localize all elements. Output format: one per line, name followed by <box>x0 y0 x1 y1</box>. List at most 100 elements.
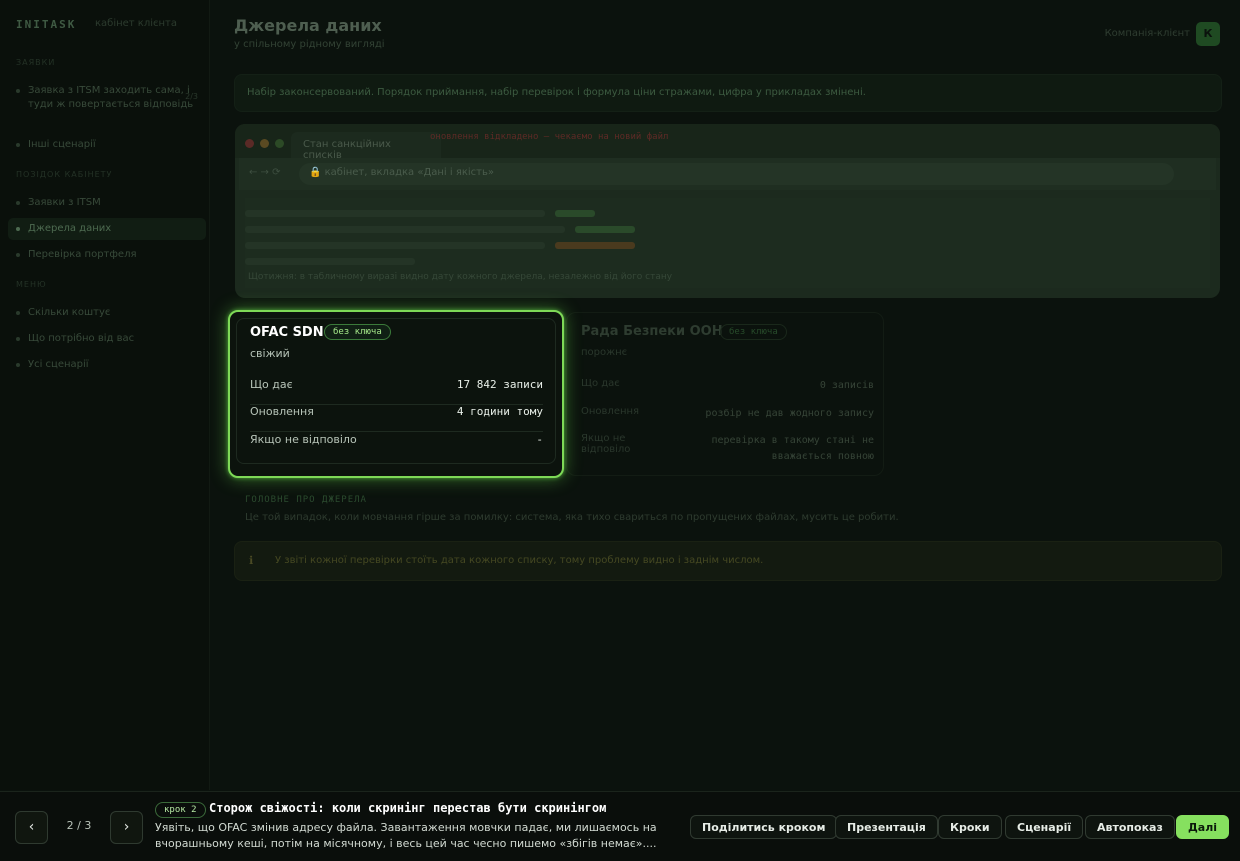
bullet-icon <box>16 227 20 231</box>
blurred-text-line <box>245 242 545 249</box>
sidebar-section-title: ПОЗІДОК КАБІНЕТУ <box>16 170 113 179</box>
bullet-icon <box>16 337 20 341</box>
dimmed-background: INITASK кабінет клієнта ЗАЯВКИ Заявка з … <box>0 0 1240 790</box>
row-value: перевірка в такому стані не вважається п… <box>711 435 874 462</box>
close-dot-icon <box>245 139 254 148</box>
maximize-dot-icon <box>275 139 284 148</box>
sidebar-item-label: Заявка з ITSM заходить сама, і туди ж по… <box>28 85 194 110</box>
sidebar: INITASK кабінет клієнта ЗАЯВКИ Заявка з … <box>0 0 210 790</box>
bullet-icon <box>16 201 20 205</box>
bullet-icon <box>16 363 20 367</box>
chevron-right-icon: › <box>123 819 130 835</box>
sidebar-item-label: Що потрібно від вас <box>28 333 135 344</box>
source-status: свіжий <box>250 347 290 360</box>
step-badge: крок 2 <box>155 802 206 818</box>
row-label: Оновлення <box>581 406 640 417</box>
browser-tab: Стан санкційних списків <box>291 132 441 161</box>
steps-button[interactable]: Кроки <box>938 815 1002 839</box>
sources-footer-heading: ГОЛОВНЕ ПРО ДЖЕРЕЛА <box>245 495 367 505</box>
blurred-text-line <box>245 226 565 233</box>
sidebar-item-label: Перевірка портфеля <box>28 249 137 260</box>
info-icon: ℹ <box>249 554 254 567</box>
sidebar-item-data-sources[interactable]: Джерела даних <box>8 218 206 240</box>
brand-subtitle: кабінет клієнта <box>95 18 177 29</box>
sidebar-item-itsm-scenario[interactable]: Заявка з ITSM заходить сама, і туди ж по… <box>8 80 206 116</box>
bullet-icon <box>16 143 20 147</box>
blurred-text-line <box>245 258 415 265</box>
avatar[interactable]: К <box>1196 22 1220 46</box>
blurred-status-warn <box>555 242 635 249</box>
page-subtitle: у спільному рідному вигляді <box>234 39 385 50</box>
user-name[interactable]: Компанія-клієнт <box>1105 28 1190 39</box>
source-status: порожнє <box>581 347 628 358</box>
source-name: Рада Безпеки ООН <box>581 324 723 339</box>
source-row-label-wrap: Якщо не відповіло <box>581 433 669 455</box>
sidebar-item-label: Джерела даних <box>28 223 112 234</box>
scenarios-button[interactable]: Сценарії <box>1005 815 1084 839</box>
sidebar-item-other-scenarios[interactable]: Інші сценарії <box>8 134 206 156</box>
sidebar-item-portfolio-check[interactable]: Перевірка портфеля <box>8 244 206 266</box>
source-card-ofac-highlighted: OFAC SDN без ключа свіжий Що дає 17 842 … <box>228 310 564 478</box>
source-name: OFAC SDN <box>250 325 324 340</box>
sidebar-section-title: МЕНЮ <box>16 280 47 289</box>
minimize-dot-icon <box>260 139 269 148</box>
browser-address-bar: ← → ⟳ 🔒 кабінет, вкладка «Дані і якість» <box>239 158 1216 190</box>
autoplay-button[interactable]: Автопоказ <box>1085 815 1175 839</box>
key-badge: без ключа <box>324 324 391 340</box>
row-label: Якщо не відповіло <box>250 433 357 446</box>
sidebar-item-itsm-requests[interactable]: Заявки з ITSM <box>8 192 206 214</box>
step-description: Уявіть, що OFAC змінив адресу файла. Зав… <box>155 821 657 850</box>
row-label: Оновлення <box>250 405 314 418</box>
sources-footer-text: Це той випадок, коли мовчання гірше за п… <box>245 512 899 523</box>
chevron-left-icon: ‹ <box>28 819 35 835</box>
share-step-button[interactable]: Поділитись кроком <box>690 815 838 839</box>
warning-banner: ℹ У звіті кожної перевірки стоїть дата к… <box>234 541 1222 581</box>
row-label: Що дає <box>250 378 293 391</box>
step-counter: 2 / 3 <box>66 819 92 832</box>
browser-tabbar: Стан санкційних списків <box>235 124 1220 161</box>
sidebar-item-badge: 2/3 <box>185 92 198 101</box>
sidebar-item-label: Інші сценарії <box>28 139 96 150</box>
presentation-button[interactable]: Презентація <box>835 815 938 839</box>
row-label: Якщо не відповіло <box>581 433 631 455</box>
sidebar-section-title: ЗАЯВКИ <box>16 58 56 67</box>
row-value: розбір не дав жодного запису <box>705 408 874 419</box>
row-value: 17 842 записи <box>456 378 543 391</box>
step-title: Сторож свіжості: коли скринінг перестав … <box>209 801 607 815</box>
sidebar-item-pricing[interactable]: Скільки коштує <box>8 302 206 324</box>
brand-logo: INITASK <box>16 18 77 31</box>
browser-url: 🔒 кабінет, вкладка «Дані і якість» <box>299 163 1174 185</box>
tour-bar: ‹ 2 / 3 › крок 2 Сторож свіжості: коли с… <box>0 791 1240 861</box>
row-value: 0 записів <box>819 380 874 391</box>
sidebar-item-label: Усі сценарії <box>28 359 89 370</box>
source-row: Оновлення розбір не дав жодного запису <box>581 406 874 419</box>
source-row: Що дає 0 записів <box>581 378 874 391</box>
browser-warning-line: оновлення відкладено — чекаємо на новий … <box>430 132 669 142</box>
source-row: Якщо не відповіло - <box>250 433 543 460</box>
sidebar-item-requirements[interactable]: Що потрібно від вас <box>8 328 206 350</box>
blurred-status-ok <box>575 226 635 233</box>
bullet-icon <box>16 89 20 93</box>
key-badge: без ключа <box>720 324 787 340</box>
browser-note: Щотижня: в табличному виразі видно дату … <box>248 272 673 282</box>
info-banner-text: Набір законсервований. Порядок приймання… <box>247 87 866 98</box>
source-row: Оновлення 4 години тому <box>250 405 543 432</box>
next-button[interactable]: Далі <box>1176 815 1230 839</box>
blurred-status-ok <box>555 210 595 217</box>
nav-arrows-icon: ← → ⟳ <box>249 167 281 178</box>
sidebar-item-label: Заявки з ITSM <box>28 197 101 208</box>
row-label: Що дає <box>581 378 620 389</box>
blurred-text-line <box>245 210 545 217</box>
source-row: Що дає 17 842 записи <box>250 378 543 405</box>
row-value: 4 години тому <box>456 405 543 418</box>
sidebar-item-all-scenarios[interactable]: Усі сценарії <box>8 354 206 376</box>
next-step-arrow-button[interactable]: › <box>110 811 143 844</box>
page-title: Джерела даних <box>234 16 382 35</box>
sidebar-item-label: Скільки коштує <box>28 307 111 318</box>
row-value: - <box>536 433 543 446</box>
info-banner: Набір законсервований. Порядок приймання… <box>234 74 1222 112</box>
prev-step-button[interactable]: ‹ <box>15 811 48 844</box>
warning-text: У звіті кожної перевірки стоїть дата кож… <box>275 555 764 566</box>
bullet-icon <box>16 311 20 315</box>
bullet-icon <box>16 253 20 257</box>
